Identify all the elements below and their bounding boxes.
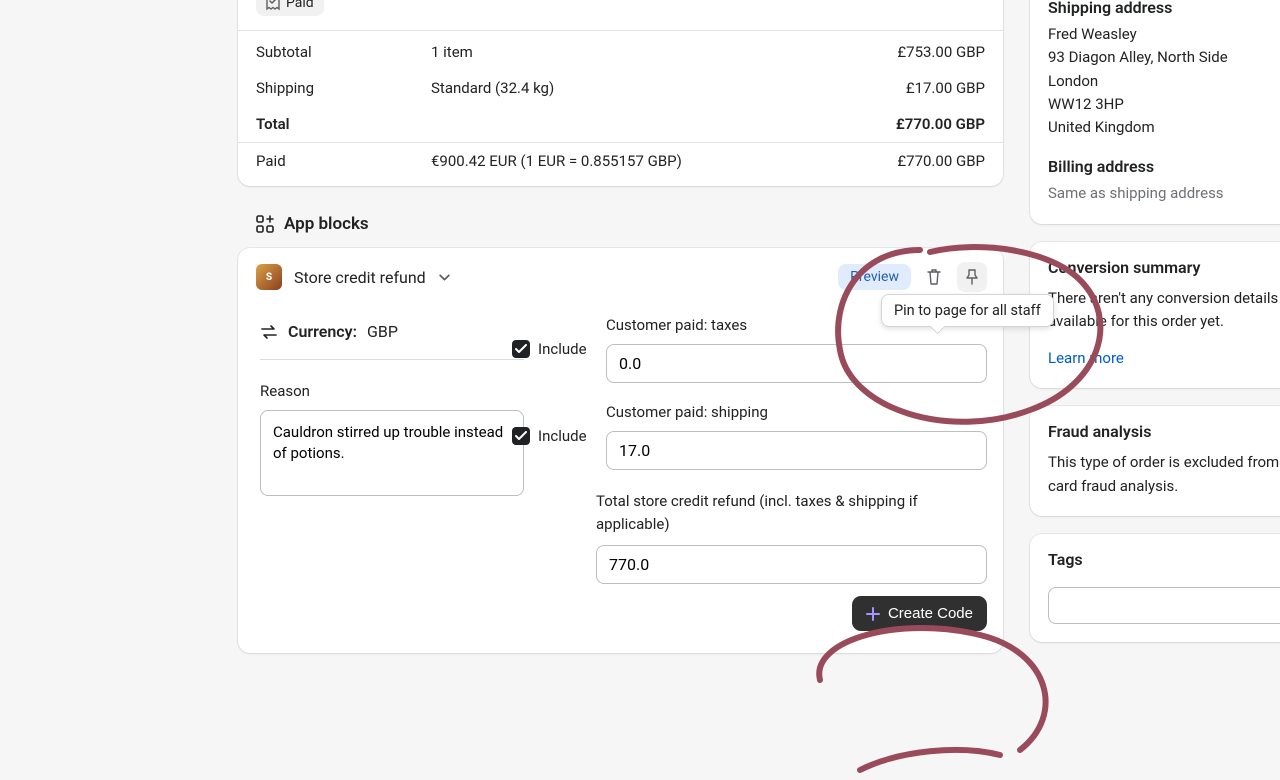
taxes-input[interactable] [606,344,987,383]
reason-label: Reason [260,382,524,400]
app-blocks-icon [256,215,274,233]
amount: £753.00 GBP [897,43,985,61]
conversion-summary-card: Conversion summary There aren't any conv… [1030,242,1280,389]
preview-badge[interactable]: Preview [838,264,911,290]
totals-subtotal-row: Subtotal 1 item £753.00 GBP [238,31,1003,70]
label: Total [256,115,431,133]
amount: £770.00 GBP [896,115,985,133]
delete-block-button[interactable] [919,262,949,292]
label: Paid [256,152,431,170]
billing-text: Same as shipping address [1048,182,1280,205]
paid-label: Paid [286,0,314,11]
pin-icon [964,268,980,286]
totals-paid-row: Paid €900.42 EUR (1 EUR = 0.855157 GBP) … [238,143,1003,186]
customer-addresses-card: Shipping address Fred Weasley 93 Diagon … [1030,0,1280,224]
include-taxes-checkbox[interactable] [512,340,530,358]
trash-icon [926,268,942,286]
receipt-icon [266,0,280,11]
total-credit-input[interactable] [596,545,987,584]
shipping-line: 93 Diagon Alley, North Side [1048,46,1280,69]
shipping-field-label: Customer paid: shipping [606,403,987,421]
paid-badge: Paid [256,0,324,16]
billing-address-title: Billing address [1048,157,1280,176]
chevron-down-icon[interactable] [438,271,451,284]
amount: £770.00 GBP [897,152,985,170]
total-credit-label: Total store credit refund (incl. taxes &… [596,490,987,535]
store-credit-app-icon: S [256,264,282,290]
conversion-text: There aren't any conversion details avai… [1048,287,1280,334]
tags-input[interactable] [1048,587,1280,624]
label: Shipping [256,79,431,97]
amount: £17.00 GBP [906,79,985,97]
totals-total-row: Total £770.00 GBP [238,106,1003,142]
detail: Standard (32.4 kg) [431,79,906,97]
shipping-line: Fred Weasley [1048,23,1280,46]
pin-tooltip: Pin to page for all staff [881,294,1054,327]
app-blocks-title: App blocks [238,214,1003,248]
conversion-title: Conversion summary [1048,258,1280,277]
currency-swap-icon [260,324,278,340]
fraud-title: Fraud analysis [1048,422,1280,441]
plus-icon [866,607,880,621]
conversion-learn-more-link[interactable]: Learn more [1048,347,1280,370]
create-code-button[interactable]: Create Code [852,596,987,631]
shipping-line: London [1048,70,1280,93]
shipping-address-title: Shipping address [1048,0,1280,17]
tags-title: Tags [1048,550,1280,569]
shipping-line: United Kingdom [1048,116,1280,139]
shipping-line: WW12 3HP [1048,93,1280,116]
detail: €900.42 EUR (1 EUR = 0.855157 GBP) [431,152,897,170]
fraud-text: This type of order is excluded from card… [1048,451,1280,498]
block-name: Store credit refund [294,268,426,287]
pin-block-button[interactable] [957,262,987,292]
totals-shipping-row: Shipping Standard (32.4 kg) £17.00 GBP [238,70,1003,106]
reason-input[interactable] [260,410,524,496]
include-shipping-checkbox[interactable] [512,427,530,445]
fraud-analysis-card: Fraud analysis This type of order is exc… [1030,406,1280,516]
detail: 1 item [431,43,897,61]
currency-row: Currency: GBP [260,316,524,360]
label: Subtotal [256,43,431,61]
currency-value: GBP [367,322,398,341]
detail [431,115,896,133]
tags-card: Tags [1030,534,1280,642]
order-summary-card: Paid Subtotal 1 item £753.00 GBP Shippin… [238,0,1003,186]
shipping-input[interactable] [606,431,987,470]
